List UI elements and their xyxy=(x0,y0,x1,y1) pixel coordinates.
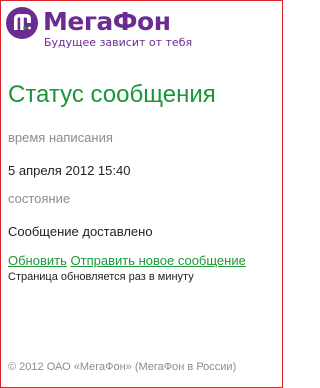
status-value: Сообщение доставлено xyxy=(8,224,153,239)
refresh-link[interactable]: Обновить xyxy=(8,253,67,268)
written-time-label: время написания xyxy=(8,130,113,145)
status-label: состояние xyxy=(8,191,71,206)
refresh-note: Страница обновляется раз в минуту xyxy=(8,271,194,283)
action-links: Обновить Отправить новое сообщение xyxy=(8,253,246,269)
brand-name: МегаФон xyxy=(43,7,171,36)
copyright-footer: © 2012 ОАО «МегаФон» (МегаФон в России) xyxy=(8,361,237,373)
megafon-logo[interactable]: МегаФон Будущее зависит от тебя xyxy=(5,4,205,56)
megafon-logo-icon xyxy=(6,7,38,39)
page-container: МегаФон Будущее зависит от тебя Статус с… xyxy=(0,0,283,388)
written-time-value: 5 апреля 2012 15:40 xyxy=(8,163,131,178)
page-title: Статус сообщения xyxy=(8,81,216,108)
send-new-message-link[interactable]: Отправить новое сообщение xyxy=(71,253,246,268)
brand-slogan: Будущее зависит от тебя xyxy=(44,36,193,49)
